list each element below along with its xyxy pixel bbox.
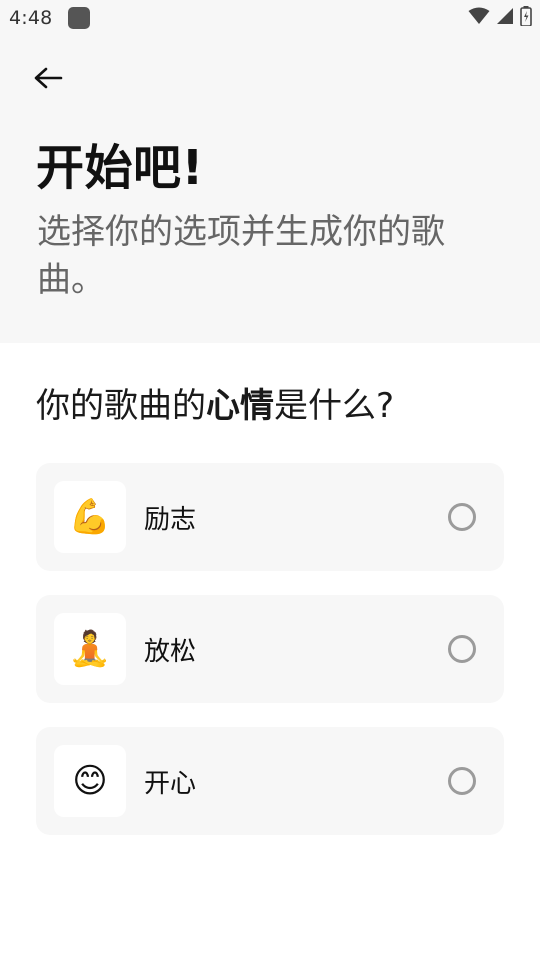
wifi-icon (468, 7, 490, 29)
radio-button[interactable] (448, 635, 476, 663)
mood-option-happy[interactable]: 😊 开心 (36, 727, 504, 835)
app-icon (68, 7, 90, 29)
status-time: 4:48 (9, 7, 53, 29)
flexed-biceps-icon: 💪 (54, 481, 126, 553)
page-subtitle: 选择你的选项并生成你的歌曲。 (37, 212, 445, 300)
status-icons (468, 6, 532, 30)
arrow-left-icon (33, 66, 63, 94)
mood-option-label: 励志 (144, 505, 197, 535)
mood-option-relaxed[interactable]: 🧘 放松 (36, 595, 504, 703)
question-prefix: 你的歌曲的 (36, 386, 206, 426)
mood-option-label: 开心 (144, 769, 197, 799)
question-emphasis: 心情 (206, 386, 274, 426)
mood-options: 💪 励志 🧘 放松 😊 开心 (36, 463, 504, 859)
status-bar: 4:48 (0, 0, 540, 36)
header-area: 4:48 开始吧! 选择你的选项并生成你的歌曲。 (0, 0, 540, 343)
mood-option-label: 放松 (144, 637, 197, 667)
radio-button[interactable] (448, 503, 476, 531)
signal-icon (496, 7, 514, 29)
battery-icon (520, 6, 532, 30)
mood-question: 你的歌曲的心情是什么? (36, 378, 394, 427)
meditation-icon: 🧘 (54, 613, 126, 685)
page-title: 开始吧! (36, 140, 204, 196)
question-suffix: 是什么? (274, 386, 395, 426)
smiling-face-icon: 😊 (54, 745, 126, 817)
back-button[interactable] (28, 60, 68, 100)
mood-option-inspirational[interactable]: 💪 励志 (36, 463, 504, 571)
radio-button[interactable] (448, 767, 476, 795)
